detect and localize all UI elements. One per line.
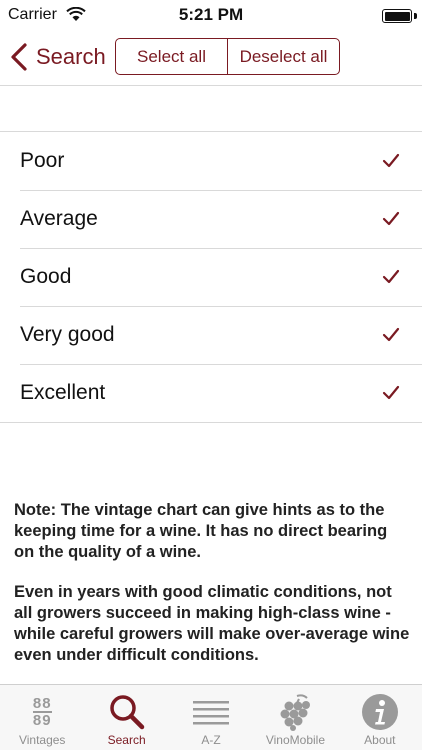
back-button-label: Search (36, 44, 106, 69)
tab-vintages[interactable]: 88 89 Vintages (0, 685, 84, 750)
back-button[interactable]: Search (8, 39, 106, 75)
option-row-good[interactable]: Good (0, 248, 422, 306)
option-row-excellent[interactable]: Excellent (0, 364, 422, 422)
status-time: 5:21 PM (178, 5, 244, 24)
selection-segmented-control: Select all Deselect all (115, 38, 340, 75)
tab-search[interactable]: Search (84, 685, 168, 750)
option-label: Very good (20, 323, 115, 346)
vintage-chart-note: Note: The vintage chart can give hints a… (14, 501, 388, 561)
tab-label: A-Z (201, 733, 221, 747)
battery-tip (414, 13, 417, 19)
deselect-all-button[interactable]: Deselect all (227, 39, 339, 74)
tab-vinomobile[interactable]: VinoMobile (253, 685, 337, 750)
tab-about[interactable]: About (338, 685, 422, 750)
checkmark-icon (382, 211, 400, 226)
option-label: Good (20, 265, 72, 288)
checkmark-icon (382, 153, 400, 168)
option-row-very-good[interactable]: Very good (0, 306, 422, 364)
battery-icon (382, 9, 412, 23)
option-label: Poor (20, 149, 65, 172)
option-label: Average (20, 207, 98, 230)
battery-level-fill (384, 11, 410, 21)
quality-options-list: Poor Average Good Very good Excellent (0, 131, 422, 423)
info-icon (361, 692, 399, 732)
navigation-bar: Search Select all Deselect all (0, 30, 422, 86)
search-icon (108, 692, 146, 732)
checkmark-icon (382, 327, 400, 342)
tab-a-z[interactable]: A-Z (169, 685, 253, 750)
vintage-icon-top-number: 88 (32, 695, 52, 712)
tab-label: Vintages (18, 733, 66, 747)
tab-label: Search (107, 733, 146, 747)
vintage-chart-icon: 88 89 (32, 692, 52, 732)
growers-note: Even in years with good climatic conditi… (14, 583, 410, 664)
checkmark-icon (382, 385, 400, 400)
option-row-average[interactable]: Average (0, 190, 422, 248)
select-all-button[interactable]: Select all (116, 39, 227, 74)
grapes-icon (277, 692, 313, 732)
tab-label: About (364, 733, 396, 747)
tab-label: VinoMobile (265, 733, 325, 747)
vintage-icon-bottom-number: 89 (32, 711, 52, 729)
chevron-left-icon (11, 43, 27, 71)
list-icon (193, 692, 230, 732)
status-bar: Carrier 5:21 PM (0, 0, 422, 30)
option-row-poor[interactable]: Poor (0, 132, 422, 190)
option-label: Excellent (20, 381, 106, 404)
checkmark-icon (382, 269, 400, 284)
tab-bar: 88 89 Vintages Search A-Z VinoMobile Abo… (0, 684, 422, 750)
